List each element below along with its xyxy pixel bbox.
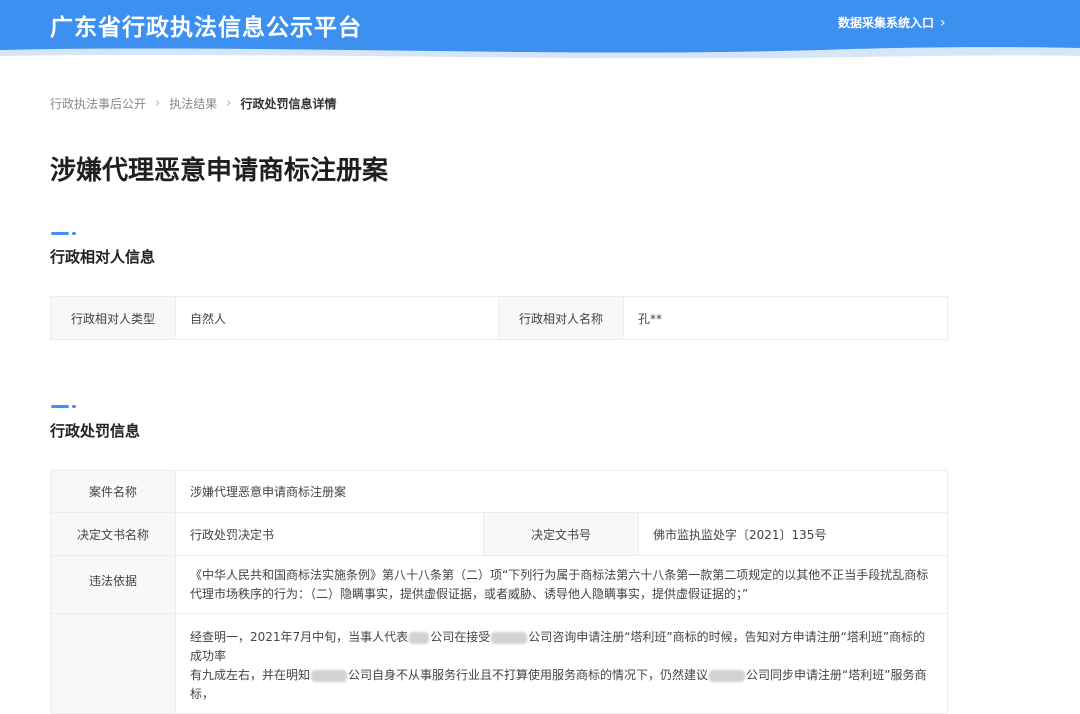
doc-number-label: 决定文书号 <box>483 512 639 556</box>
section-marker-icon <box>51 232 77 235</box>
chevron-right-icon: › <box>940 14 946 31</box>
party-name-value: 孔** <box>623 296 948 340</box>
breadcrumb-item-results[interactable]: 执法结果 <box>169 95 217 112</box>
site-title: 广东省行政执法信息公示平台 <box>50 15 362 41</box>
breadcrumb-chevron-icon: › <box>226 96 232 111</box>
top-header: 广东省行政执法信息公示平台 数据采集系统入口 › <box>0 0 1080 64</box>
case-name-label: 案件名称 <box>50 470 176 513</box>
facts-value: 经查明一，2021年7月中旬，当事人代表 公司在接受 公司咨询申请注册“塔利班”商标… <box>175 613 948 714</box>
facts-label-cell <box>50 613 176 714</box>
legal-basis-label: 违法依据 <box>50 555 176 614</box>
section-title-party: 行政相对人信息 <box>50 248 156 266</box>
doc-name-value: 行政处罚决定书 <box>175 512 484 556</box>
doc-name-label: 决定文书名称 <box>50 512 176 556</box>
breadcrumb-current: 行政处罚信息详情 <box>240 97 337 111</box>
doc-number-value: 佛市监执监处字〔2021〕135号 <box>638 512 948 556</box>
party-type-label: 行政相对人类型 <box>50 296 176 340</box>
facts-text: 公司在接受 <box>430 630 491 644</box>
section-marker-icon <box>51 405 77 408</box>
data-collection-entry-link[interactable]: 数据采集系统入口 › <box>838 14 946 31</box>
redacted-mark <box>709 669 746 682</box>
section-title-penalty: 行政处罚信息 <box>50 422 141 440</box>
facts-text: 公司自身不从事服务行业且不打算使用服务商标的情况下，仍然建议 <box>348 668 709 682</box>
table-row: 经查明一，2021年7月中旬，当事人代表 公司在接受 公司咨询申请注册“塔利班”商标… <box>50 613 948 714</box>
redacted-mark <box>311 669 348 682</box>
table-row: 违法依据 《中华人民共和国商标法实施条例》第八十八条第（二）项“下列行为属于商标… <box>50 555 948 614</box>
breadcrumb: 行政执法事后公开 › 执法结果 › 行政处罚信息详情 <box>50 95 336 112</box>
entry-link-label: 数据采集系统入口 <box>838 16 935 30</box>
table-row: 决定文书名称 行政处罚决定书 决定文书号 佛市监执监处字〔2021〕135号 <box>50 512 948 556</box>
redacted-mark <box>409 631 430 644</box>
facts-text: 有九成左右，并在明知 <box>190 668 311 682</box>
breadcrumb-chevron-icon: › <box>155 96 161 111</box>
table-row: 行政相对人类型 自然人 行政相对人名称 孔** <box>50 296 948 340</box>
party-type-value: 自然人 <box>175 296 499 340</box>
penalty-info-table: 案件名称 涉嫌代理恶意申请商标注册案 决定文书名称 行政处罚决定书 决定文书号 … <box>50 470 948 714</box>
page-title: 涉嫌代理恶意申请商标注册案 <box>50 156 389 186</box>
party-name-label: 行政相对人名称 <box>498 296 624 340</box>
case-name-value: 涉嫌代理恶意申请商标注册案 <box>175 470 948 513</box>
breadcrumb-item-post-enforcement[interactable]: 行政执法事后公开 <box>50 95 146 112</box>
facts-text: 经查明一，2021年7月中旬，当事人代表 <box>190 630 409 644</box>
redacted-mark <box>491 631 528 644</box>
party-info-table: 行政相对人类型 自然人 行政相对人名称 孔** <box>50 296 948 340</box>
legal-basis-value: 《中华人民共和国商标法实施条例》第八十八条第（二）项“下列行为属于商标法第六十八… <box>175 555 948 614</box>
table-row: 案件名称 涉嫌代理恶意申请商标注册案 <box>50 470 948 513</box>
